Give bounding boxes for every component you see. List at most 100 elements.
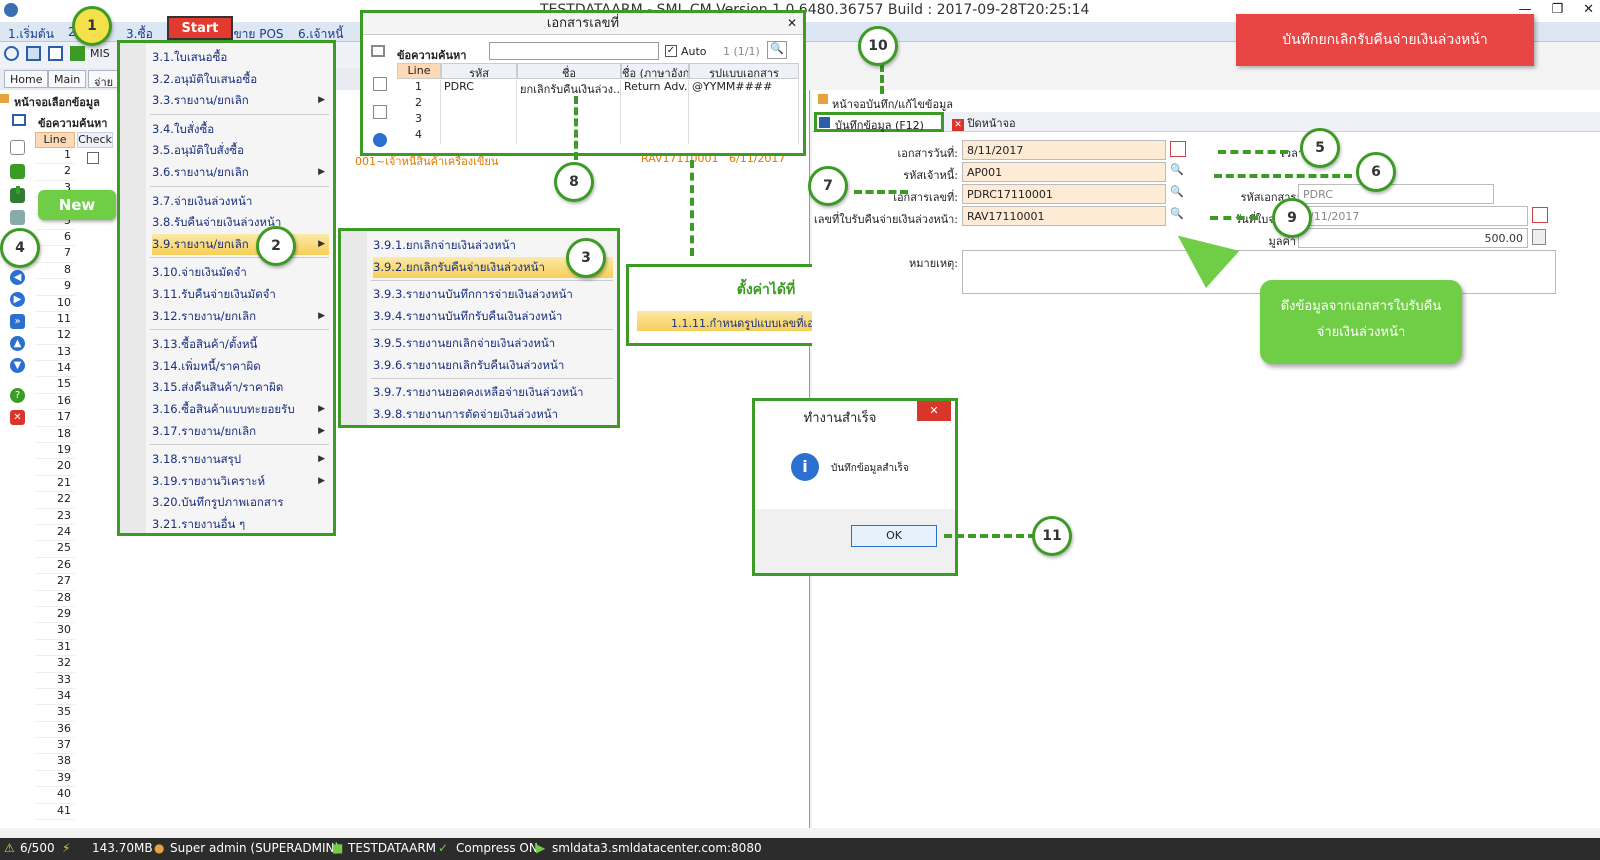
line-number[interactable]: 26 <box>35 558 75 575</box>
report-submenu-item[interactable]: 3.9.7.รายงานยอดคงเหลือจ่ายเงินล่วงหน้า <box>373 382 613 404</box>
row-checkbox[interactable] <box>87 152 99 164</box>
down-icon[interactable]: ▼ <box>10 358 25 373</box>
line-number[interactable]: 12 <box>35 328 75 345</box>
report-submenu-item[interactable]: 3.9.5.รายงานยกเลิกจ่ายเงินล่วงหน้า <box>373 333 613 355</box>
back-icon[interactable]: ◀ <box>10 270 25 285</box>
purchase-menu-item[interactable]: 3.9.รายงาน/ยกเลิก <box>152 233 329 256</box>
clock-icon[interactable] <box>4 46 19 61</box>
line-number[interactable]: 19 <box>35 443 75 460</box>
forward-icon[interactable]: ▶ <box>10 292 25 307</box>
check-list-icon[interactable] <box>373 77 387 91</box>
purchase-menu-item[interactable]: 3.19.รายงานวิเคราะห์ <box>152 471 329 493</box>
line-number[interactable]: 23 <box>35 509 75 525</box>
line-number[interactable]: 11 <box>35 312 75 329</box>
close-icon[interactable]: ✕ <box>10 410 25 425</box>
purchase-menu-item[interactable]: 3.18.รายงานสรุป <box>152 449 329 471</box>
line-number[interactable]: 39 <box>35 771 75 788</box>
line-number[interactable]: 41 <box>35 804 75 821</box>
line-number[interactable]: 7 <box>35 246 75 263</box>
double-forward-icon[interactable]: » <box>10 314 25 329</box>
purchase-menu-item[interactable]: 3.4.ใบสั่งซื้อ <box>152 119 329 141</box>
purchase-menu-item[interactable]: 3.1.ใบเสนอซื้อ <box>152 47 329 69</box>
report-submenu-item[interactable]: 3.9.3.รายงานบันทึกการจ่ายเงินล่วงหน้า <box>373 284 613 306</box>
line-number[interactable]: 34 <box>35 689 75 706</box>
purchase-menu-item[interactable]: 3.6.รายงาน/ยกเลิก <box>152 162 329 184</box>
line-number[interactable]: 9 <box>35 279 75 296</box>
doc-list-icon[interactable] <box>373 105 387 119</box>
search-icon[interactable]: 🔍 <box>767 41 787 59</box>
chart-icon[interactable] <box>70 46 85 61</box>
line-number[interactable]: 8 <box>35 263 75 280</box>
line-number[interactable]: 30 <box>35 623 75 640</box>
line-number[interactable]: 6 <box>35 230 75 247</box>
search-icon[interactable]: 🔍 <box>1170 163 1186 179</box>
line-number[interactable]: 22 <box>35 492 75 509</box>
line-number[interactable]: 16 <box>35 394 75 411</box>
purchase-menu-item[interactable]: 3.16.ซื้อสินค้าแบบทะยอยรับ <box>152 399 329 421</box>
up-icon[interactable]: ▲ <box>10 336 25 351</box>
line-number[interactable]: 35 <box>35 705 75 722</box>
purchase-menu-item[interactable]: 3.3.รายงาน/ยกเลิก <box>152 90 329 112</box>
line-number[interactable]: 2 <box>35 164 75 181</box>
table-row[interactable]: 1 PDRC ยกเลิกรับคืนเงินล่วง... Return Adv..… <box>397 80 799 96</box>
line-header[interactable]: Line <box>35 132 75 148</box>
purchase-menu-item[interactable]: 3.13.ซื้อสินค้า/ตั้งหนี้ <box>152 334 329 356</box>
tab-pay[interactable]: จ่าย <box>88 70 120 89</box>
purchase-menu-item[interactable]: 3.15.ส่งคืนสินค้า/ราคาผิด <box>152 377 329 399</box>
receipt-no-field[interactable]: RAV17110001 <box>962 206 1166 226</box>
start-button[interactable]: Start <box>167 16 233 40</box>
panel-icon[interactable] <box>26 46 41 61</box>
line-number[interactable]: 28 <box>35 591 75 607</box>
ok-dialog-close-button[interactable]: ✕ <box>917 401 951 421</box>
new-doc-icon[interactable] <box>10 140 25 155</box>
search-icon[interactable]: 🔍 <box>1170 185 1186 201</box>
calendar-icon[interactable] <box>1170 141 1186 157</box>
tab-main[interactable]: Main <box>48 70 87 88</box>
purchase-menu-item[interactable]: 3.7.จ่ายเงินล่วงหน้า <box>152 191 329 213</box>
line-number[interactable]: 27 <box>35 574 75 591</box>
line-number[interactable]: 36 <box>35 722 75 739</box>
save-button[interactable]: บันทึกข้อมูล (F12) <box>814 112 944 132</box>
line-number[interactable]: 32 <box>35 656 75 673</box>
line-number[interactable]: 10 <box>35 296 75 312</box>
maximize-button[interactable]: ❐ <box>1551 2 1563 17</box>
report-submenu-item[interactable]: 3.9.6.รายงานยกเลิกรับคืนเงินล่วงหน้า <box>373 355 613 377</box>
line-number[interactable]: 14 <box>35 361 75 378</box>
dialog-search-input[interactable] <box>489 42 659 60</box>
purchase-menu-item[interactable]: 3.17.รายงาน/ยกเลิก <box>152 421 329 443</box>
doc-table-header[interactable]: รูปแบบเอกสาร <box>689 63 799 79</box>
line-number[interactable]: 13 <box>35 345 75 362</box>
doc-table-header[interactable]: Line <box>397 63 441 79</box>
line-number[interactable]: 17 <box>35 410 75 427</box>
close-screen-button[interactable]: ✕ ปิดหน้าจอ <box>952 114 1016 132</box>
purchase-menu-item[interactable]: 3.11.รับคืนจ่ายเงินมัดจำ <box>152 284 329 306</box>
remark-textarea[interactable] <box>962 250 1556 294</box>
print-icon[interactable] <box>10 210 25 225</box>
line-number[interactable]: 24 <box>35 525 75 542</box>
doc-date-field[interactable]: 8/11/2017 <box>962 140 1166 160</box>
auto-checkbox[interactable]: ✓ <box>665 45 677 57</box>
line-number[interactable]: 1 <box>35 148 75 165</box>
calculator-icon[interactable] <box>1532 229 1546 245</box>
purchase-menu-item[interactable]: 3.21.รายงานอื่น ๆ <box>152 514 329 536</box>
mis-label[interactable]: MIS <box>90 47 110 60</box>
line-number[interactable]: 29 <box>35 607 75 624</box>
doc-no-field[interactable]: PDRC17110001 <box>962 184 1166 204</box>
table-row[interactable]: 4 <box>397 128 799 144</box>
table-row[interactable]: 2 <box>397 96 799 112</box>
list-icon[interactable] <box>48 46 63 61</box>
report-submenu-item[interactable]: 3.9.4.รายงานบันทึกรับคืนเงินล่วงหน้า <box>373 306 613 328</box>
purchase-menu-item[interactable]: 3.12.รายงาน/ยกเลิก <box>152 306 329 328</box>
line-number[interactable]: 38 <box>35 754 75 771</box>
tab-home[interactable]: Home <box>4 70 49 88</box>
calendar-icon[interactable] <box>1532 207 1548 223</box>
purchase-menu-item[interactable]: 3.10.จ่ายเงินมัดจำ <box>152 262 329 284</box>
table-row[interactable]: 3 <box>397 112 799 128</box>
line-number[interactable]: 18 <box>35 427 75 444</box>
ok-button[interactable]: OK <box>851 525 937 547</box>
search-icon[interactable]: 🔍 <box>1170 207 1186 223</box>
line-number[interactable]: 20 <box>35 459 75 476</box>
line-number[interactable]: 31 <box>35 640 75 657</box>
supplier-field[interactable]: AP001 <box>962 162 1166 182</box>
doc-table-header[interactable]: ชื่อ (ภาษาอังกฤ <box>621 63 689 79</box>
